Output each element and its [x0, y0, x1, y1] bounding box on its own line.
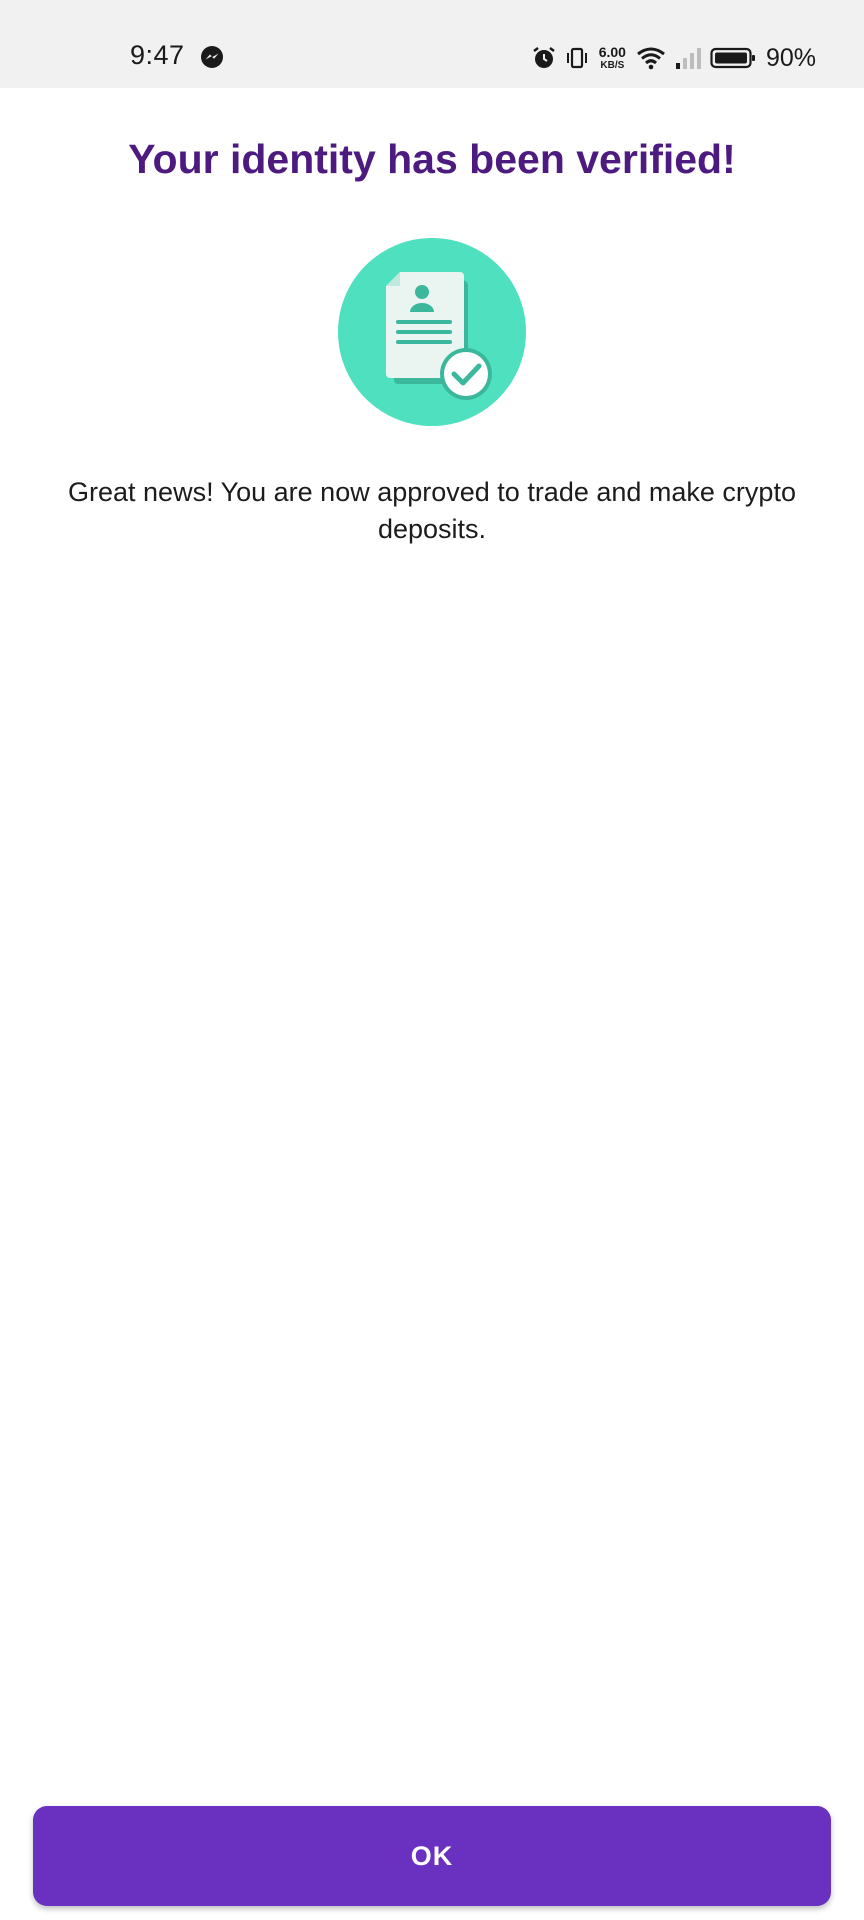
- battery-percent: 90%: [765, 43, 816, 72]
- confirmation-message: Great news! You are now approved to trad…: [68, 477, 796, 544]
- vibrate-icon: [566, 47, 587, 69]
- page-title: Your identity has been verified!: [128, 136, 736, 182]
- ok-button[interactable]: OK: [33, 1806, 831, 1906]
- messenger-icon: [201, 46, 223, 68]
- alarm-icon: [532, 47, 555, 68]
- network-speed: 6.00 KB/S: [599, 45, 626, 71]
- wifi-icon: [637, 47, 665, 70]
- status-bar: 9:47 6.00 KB/S 90%: [0, 0, 864, 88]
- signal-icon: [675, 48, 701, 69]
- battery-icon: [710, 47, 755, 69]
- verified-document-icon: [338, 238, 526, 426]
- status-time: 9:47: [130, 40, 185, 70]
- network-speed-value: 6.00: [598, 44, 626, 60]
- network-speed-unit: KB/S: [600, 60, 625, 71]
- status-icons: 6.00 KB/S 90%: [531, 38, 816, 78]
